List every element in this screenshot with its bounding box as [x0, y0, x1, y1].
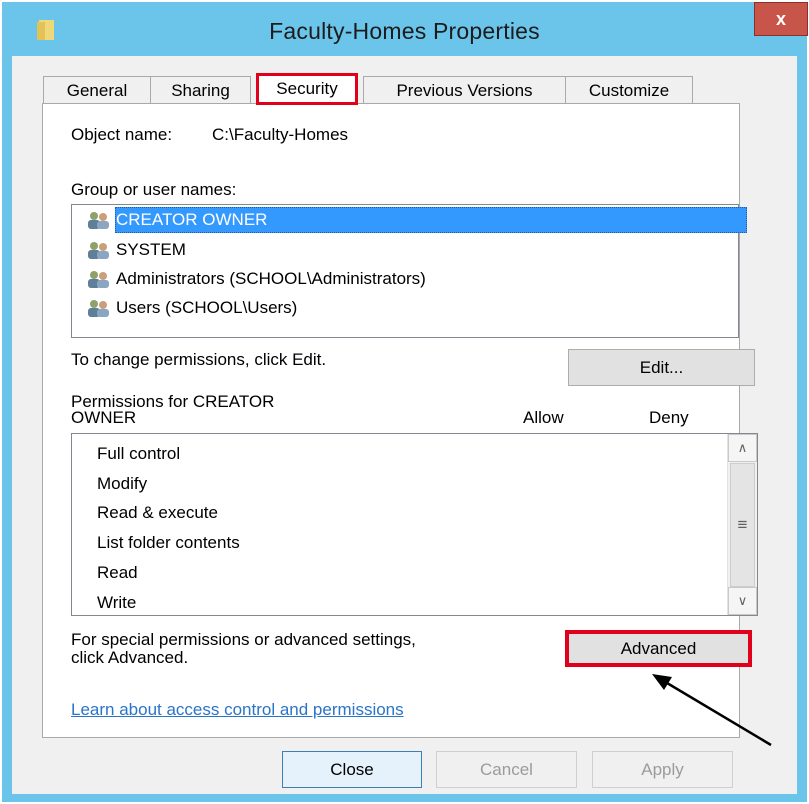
allow-column-header: Allow	[523, 408, 564, 427]
user-item-system[interactable]: SYSTEM	[72, 237, 186, 263]
advanced-button[interactable]: Advanced	[565, 630, 752, 667]
tab-previous-versions[interactable]: Previous Versions	[363, 76, 566, 104]
properties-window: Faculty-Homes Properties x General Shari…	[2, 2, 808, 802]
permission-row: Full control	[97, 444, 181, 463]
tab-general[interactable]: General	[43, 76, 151, 104]
user-item-creator-owner[interactable]: CREATOR OWNER	[72, 207, 747, 233]
scroll-thumb[interactable]: ≡	[730, 463, 755, 587]
change-permissions-text: To change permissions, click Edit.	[71, 350, 327, 369]
permission-row: Read	[97, 563, 138, 582]
user-name: CREATOR OWNER	[116, 210, 268, 229]
permission-row: List folder contents	[97, 533, 240, 552]
edit-button[interactable]: Edit...	[568, 349, 755, 386]
user-name: Administrators (SCHOOL\Administrators)	[116, 269, 426, 288]
object-name-label: Object name:	[71, 125, 173, 144]
user-item-administrators[interactable]: Administrators (SCHOOL\Administrators)	[72, 266, 426, 292]
learn-access-control-link[interactable]: Learn about access control and permissio…	[71, 700, 404, 720]
users-icon	[88, 212, 109, 229]
permission-row: Read & execute	[97, 503, 218, 522]
group-names-label: Group or user names:	[71, 180, 237, 199]
apply-button[interactable]: Apply	[592, 751, 733, 788]
users-icon	[88, 300, 109, 317]
special-permissions-text: For special permissions or advanced sett…	[71, 630, 416, 649]
security-panel: Object name: C:\Faculty-Homes Group or u…	[42, 103, 758, 738]
permissions-for-label-cont: OWNER	[71, 408, 137, 427]
dialog-client-area: General Sharing Security Previous Versio…	[12, 56, 797, 794]
special-permissions-text-cont: click Advanced.	[71, 648, 189, 667]
tab-security[interactable]: Security	[256, 73, 358, 105]
scroll-up-icon[interactable]: ∧	[728, 434, 757, 462]
object-name-value: C:\Faculty-Homes	[212, 125, 349, 144]
close-button[interactable]: Close	[282, 751, 422, 788]
group-user-list[interactable]: CREATOR OWNER SYSTEM Administrators (SCH…	[71, 204, 747, 338]
permissions-scrollbar[interactable]: ∧ ≡ ∨	[727, 434, 757, 615]
tab-customize[interactable]: Customize	[565, 76, 693, 104]
permissions-list[interactable]: Full control Modify Read & execute List …	[71, 433, 758, 616]
user-name: SYSTEM	[116, 240, 186, 259]
tab-sharing[interactable]: Sharing	[150, 76, 251, 104]
permission-row: Write	[97, 593, 137, 612]
user-name: Users (SCHOOL\Users)	[116, 298, 298, 317]
window-title: Faculty-Homes Properties	[269, 18, 540, 44]
cancel-button[interactable]: Cancel	[436, 751, 577, 788]
permission-row: Modify	[97, 474, 148, 493]
scroll-down-icon[interactable]: ∨	[728, 587, 757, 615]
users-icon	[88, 242, 109, 259]
user-item-users[interactable]: Users (SCHOOL\Users)	[72, 295, 297, 321]
deny-column-header: Deny	[649, 408, 689, 427]
users-icon	[88, 271, 109, 288]
window-close-button[interactable]: x	[754, 2, 808, 36]
